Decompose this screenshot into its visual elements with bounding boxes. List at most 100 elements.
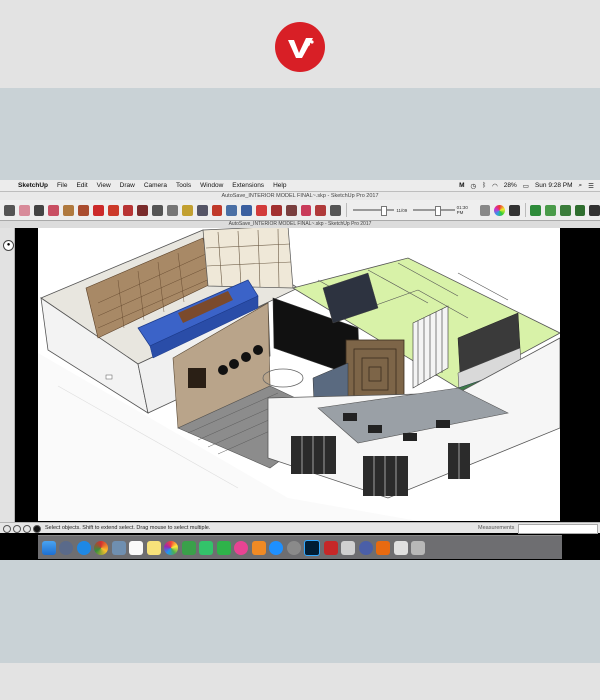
menu-item-window[interactable]: Window — [200, 182, 223, 189]
help-icon[interactable] — [33, 525, 41, 533]
geo-location-icon[interactable] — [3, 525, 11, 533]
menu-item-edit[interactable]: Edit — [76, 182, 87, 189]
orbit-icon[interactable] — [226, 204, 238, 216]
toolbar-divider — [346, 203, 348, 217]
menu-item-draw[interactable]: Draw — [120, 182, 135, 189]
chrome-icon[interactable] — [94, 540, 108, 555]
material-icon[interactable] — [509, 204, 521, 216]
get-models-icon[interactable] — [574, 204, 586, 216]
quicktime-icon[interactable] — [358, 540, 373, 555]
shadow-date-label: 11/09 — [396, 207, 408, 213]
vlc-icon[interactable] — [376, 540, 390, 555]
wifi-icon[interactable]: ◠ — [492, 182, 498, 190]
main-toolbar: 11/09 01:30 PM — [0, 200, 600, 221]
bottom-banner — [0, 663, 600, 700]
menu-item-view[interactable]: View — [97, 182, 111, 189]
status-bar: Select objects. Shift to extend select. … — [0, 522, 600, 534]
messages-icon[interactable] — [199, 540, 213, 555]
rectangle-icon[interactable] — [63, 204, 75, 216]
back-wall-panels — [202, 228, 294, 289]
color-wheel-icon[interactable] — [494, 204, 506, 216]
downloads-icon[interactable] — [393, 540, 408, 555]
3d-text-icon[interactable] — [196, 204, 208, 216]
paint-bucket-icon[interactable] — [211, 204, 223, 216]
system-preferences-icon[interactable] — [286, 540, 301, 555]
document-title: AutoSave_INTERIOR MODEL FINAL~.skp - Ske… — [228, 221, 372, 227]
menu-item-tools[interactable]: Tools — [176, 182, 191, 189]
style-icon[interactable] — [479, 204, 491, 216]
brand-logo-mark — [288, 38, 314, 58]
model-viewport[interactable] — [38, 228, 560, 521]
autocad-icon[interactable] — [323, 540, 338, 555]
interior-model-render — [38, 228, 560, 521]
bluetooth-icon[interactable]: ᛒ — [482, 182, 486, 189]
look-around-icon[interactable] — [330, 204, 342, 216]
numbers-icon[interactable] — [181, 540, 196, 555]
move-icon[interactable] — [92, 204, 104, 216]
clock-icon[interactable]: ◷ — [471, 182, 477, 190]
photos-icon[interactable] — [164, 540, 178, 555]
warehouse-icon[interactable] — [530, 204, 541, 216]
pencil-icon[interactable] — [33, 204, 45, 216]
offset-icon[interactable] — [137, 204, 149, 216]
shadow-time-label: 01:30 PM — [456, 205, 468, 215]
push-pull-icon[interactable] — [78, 204, 89, 216]
layout-icon[interactable] — [589, 204, 600, 216]
text-icon[interactable] — [167, 204, 178, 216]
arc-icon[interactable] — [48, 204, 60, 216]
zoom-icon[interactable] — [256, 204, 267, 216]
rotate-icon[interactable] — [107, 204, 119, 216]
sketchup-icon[interactable] — [341, 540, 355, 555]
macos-dock — [38, 535, 562, 559]
launchpad-icon[interactable] — [59, 540, 73, 555]
left-tool-panel: ● — [0, 228, 15, 523]
measurements-input[interactable] — [518, 524, 598, 534]
instructor-icon[interactable]: ● — [3, 240, 14, 251]
clock-time[interactable]: Sun 9:28 PM — [535, 182, 573, 189]
finder-icon[interactable] — [41, 540, 56, 555]
shadow-date-slider[interactable] — [353, 206, 395, 216]
previous-view-icon[interactable] — [285, 204, 297, 216]
menu-item-extensions[interactable]: Extensions — [232, 182, 264, 189]
extension-warehouse-icon[interactable] — [544, 204, 556, 216]
share-model-icon[interactable] — [559, 204, 571, 216]
notification-center-icon[interactable]: ☰ — [588, 182, 594, 190]
zoom-extents-icon[interactable] — [270, 204, 282, 216]
status-menus: M ◷ ᛒ ◠ 28% ▭ Sun 9:28 PM ⌕ ☰ — [459, 180, 594, 191]
menu-item-app[interactable]: SketchUp — [18, 182, 48, 189]
select-icon[interactable] — [4, 204, 15, 216]
pan-icon[interactable] — [241, 204, 253, 216]
safari-icon[interactable] — [76, 540, 91, 555]
battery-percentage[interactable]: 28% — [504, 182, 517, 189]
photoshop-icon[interactable] — [304, 539, 320, 556]
notes-icon[interactable] — [146, 540, 161, 555]
window-title: AutoSave_INTERIOR MODEL FINAL~.skp - Ske… — [221, 193, 379, 199]
preview-icon[interactable] — [111, 540, 126, 555]
battery-icon[interactable]: ▭ — [523, 182, 529, 190]
macos-menu-bar: SketchUp File Edit View Draw Camera Tool… — [0, 180, 600, 192]
wall-lattice — [188, 368, 206, 388]
wall-vent — [105, 374, 113, 380]
user-icon[interactable] — [23, 525, 31, 533]
shadow-time-slider[interactable] — [413, 206, 455, 216]
window-title-bar: AutoSave_INTERIOR MODEL FINAL~.skp - Ske… — [0, 192, 600, 200]
calendar-icon[interactable] — [129, 540, 143, 555]
itunes-icon[interactable] — [234, 540, 248, 555]
menu-item-help[interactable]: Help — [273, 182, 286, 189]
macos-screen: SketchUp File Edit View Draw Camera Tool… — [0, 180, 600, 560]
app-store-icon[interactable] — [269, 540, 283, 555]
menu-item-camera[interactable]: Camera — [144, 182, 167, 189]
gmail-icon[interactable]: M — [459, 182, 464, 189]
menu-item-file[interactable]: File — [57, 182, 67, 189]
facetime-icon[interactable] — [216, 540, 231, 555]
axes-icon[interactable] — [181, 204, 193, 216]
search-icon[interactable]: ⌕ — [579, 182, 583, 190]
tape-measure-icon[interactable] — [152, 204, 164, 216]
eraser-icon[interactable] — [18, 204, 30, 216]
scale-icon[interactable] — [122, 204, 134, 216]
ibooks-icon[interactable] — [251, 540, 266, 555]
walk-icon[interactable] — [315, 204, 327, 216]
credits-icon[interactable] — [13, 525, 21, 533]
section-plane-icon[interactable] — [300, 204, 312, 216]
trash-icon[interactable] — [411, 540, 425, 555]
